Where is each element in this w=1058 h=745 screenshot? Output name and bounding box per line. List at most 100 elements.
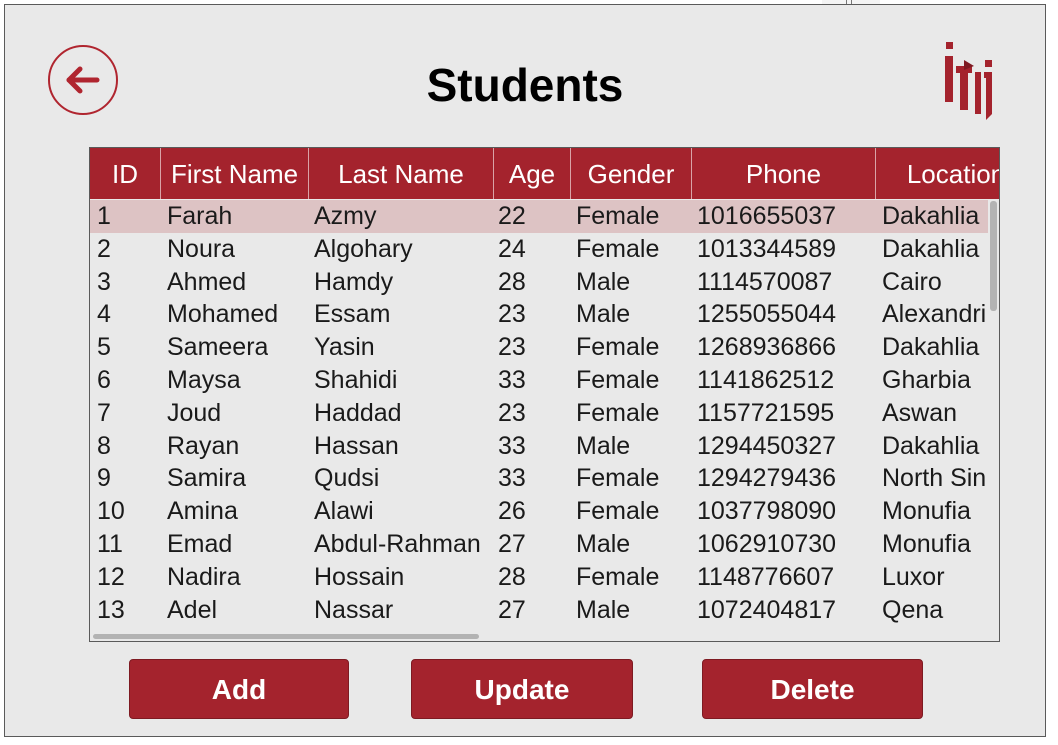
column-header-age[interactable]: Age xyxy=(494,148,571,199)
cell-last-name: Yasin xyxy=(314,333,375,362)
cell-phone: 1037798090 xyxy=(697,497,837,526)
cell-gender: Female xyxy=(576,366,660,394)
cell-id: 12 xyxy=(97,562,125,591)
cell-id: 13 xyxy=(97,595,125,624)
cell-gender: Female xyxy=(576,398,660,427)
cell-first-name: Adel xyxy=(167,595,218,624)
cell-phone: 1255055044 xyxy=(697,300,837,329)
cell-phone: 1016655037 xyxy=(697,202,837,230)
cell-location: Qena xyxy=(882,595,944,624)
cell-location: Dakahlia xyxy=(882,431,980,460)
cell-first-name: Ahmed xyxy=(167,267,247,296)
cell-first-name: Mohamed xyxy=(167,300,279,329)
cell-gender: Female xyxy=(576,333,660,362)
cell-last-name: Abdul-Rahman xyxy=(314,530,481,558)
cell-age: 33 xyxy=(498,431,526,460)
cell-first-name: Noura xyxy=(167,234,236,263)
column-header-phone[interactable]: Phone xyxy=(692,148,876,199)
table-row[interactable]: 1 Farah Azmy 22 Female 1016655037 Dakahlia xyxy=(90,200,988,233)
cell-id: 1 xyxy=(97,202,111,230)
table-row[interactable]: 5 Sameera Yasin 23 Female 1268936866 Dakahlia xyxy=(90,331,988,364)
cell-gender: Male xyxy=(576,530,631,558)
cell-gender: Female xyxy=(576,562,660,591)
cell-first-name: Amina xyxy=(167,497,238,526)
cell-first-name: Farah xyxy=(167,202,233,230)
column-header-id[interactable]: ID xyxy=(90,148,161,199)
vertical-scrollbar[interactable] xyxy=(990,201,997,311)
cell-phone: 1013344589 xyxy=(697,234,837,263)
cell-phone: 1072404817 xyxy=(697,595,837,624)
cell-location: Luxor xyxy=(882,562,945,591)
horizontal-scrollbar[interactable] xyxy=(93,634,479,639)
column-header-gender[interactable]: Gender xyxy=(571,148,692,199)
grid-header: ID First Name Last Name Age Gender Phone… xyxy=(90,148,999,199)
cell-age: 24 xyxy=(498,234,526,263)
cell-id: 3 xyxy=(97,267,111,296)
table-row[interactable]: 13 Adel Nassar 27 Male 1072404817 Qena xyxy=(90,594,988,627)
column-header-first-name[interactable]: First Name xyxy=(161,148,309,199)
cell-age: 23 xyxy=(498,333,526,362)
cell-id: 9 xyxy=(97,464,111,493)
table-row[interactable]: 6 Maysa Shahidi 33 Female 1141862512 Gharbia xyxy=(90,364,988,397)
cell-first-name: Nadira xyxy=(167,562,241,591)
table-row[interactable]: 12 Nadira Hossain 28 Female 1148776607 Luxor xyxy=(90,561,988,594)
table-row[interactable]: 4 Mohamed Essam 23 Male 1255055044 Alexandri xyxy=(90,298,988,331)
cell-phone: 1141862512 xyxy=(697,366,835,394)
column-header-location[interactable]: Location xyxy=(876,148,999,199)
cell-location: Monufia xyxy=(882,497,971,526)
cell-last-name: Hossain xyxy=(314,562,405,591)
table-row[interactable]: 3 Ahmed Hamdy 28 Male 1114570087 Cairo xyxy=(90,266,988,299)
cell-phone: 1114570087 xyxy=(697,267,833,296)
cell-gender: Female xyxy=(576,234,660,263)
cell-gender: Female xyxy=(576,202,660,230)
cell-last-name: Alawi xyxy=(314,497,374,526)
add-button[interactable]: Add xyxy=(129,659,349,719)
cell-first-name: Maysa xyxy=(167,366,241,394)
cell-location: Dakahlia xyxy=(882,202,980,230)
cell-age: 27 xyxy=(498,595,526,624)
app-window: Students ID First Name Last Name Age Gen… xyxy=(4,4,1046,737)
cell-age: 23 xyxy=(498,398,526,427)
update-button[interactable]: Update xyxy=(411,659,633,719)
table-row[interactable]: 9 Samira Qudsi 33 Female 1294279436 North Sin xyxy=(90,462,988,495)
cell-age: 26 xyxy=(498,497,526,526)
cell-age: 22 xyxy=(498,202,526,230)
cell-gender: Male xyxy=(576,300,631,329)
cell-last-name: Shahidi xyxy=(314,366,398,394)
cell-last-name: Qudsi xyxy=(314,464,380,493)
cell-first-name: Sameera xyxy=(167,333,269,362)
cell-location: Gharbia xyxy=(882,366,971,394)
cell-phone: 1148776607 xyxy=(697,562,835,591)
cell-location: Cairo xyxy=(882,267,942,296)
cell-age: 33 xyxy=(498,464,526,493)
cell-gender: Male xyxy=(576,267,631,296)
iti-logo xyxy=(945,42,992,120)
cell-phone: 1157721595 xyxy=(697,398,835,427)
cell-location: Dakahlia xyxy=(882,333,980,362)
cell-last-name: Hassan xyxy=(314,431,399,460)
cell-gender: Female xyxy=(576,464,660,493)
cell-location: Aswan xyxy=(882,398,958,427)
delete-button[interactable]: Delete xyxy=(702,659,923,719)
table-row[interactable]: 8 Rayan Hassan 33 Male 1294450327 Dakahlia xyxy=(90,430,988,463)
table-row[interactable]: 11 Emad Abdul-Rahman 27 Male 1062910730 Monufi… xyxy=(90,528,988,561)
table-row[interactable]: 2 Noura Algohary 24 Female 1013344589 Dakahlia xyxy=(90,233,988,266)
cell-id: 5 xyxy=(97,333,111,362)
cell-gender: Female xyxy=(576,497,660,526)
students-grid[interactable]: ID First Name Last Name Age Gender Phone… xyxy=(89,147,1000,642)
cell-id: 11 xyxy=(97,530,123,558)
cell-age: 28 xyxy=(498,562,526,591)
table-row[interactable]: 7 Joud Haddad 23 Female 1157721595 Aswan xyxy=(90,397,988,430)
cell-first-name: Emad xyxy=(167,530,233,558)
cell-phone: 1268936866 xyxy=(697,333,837,362)
cell-first-name: Samira xyxy=(167,464,247,493)
cell-last-name: Azmy xyxy=(314,202,377,230)
cell-first-name: Rayan xyxy=(167,431,240,460)
cell-last-name: Algohary xyxy=(314,234,413,263)
column-header-last-name[interactable]: Last Name xyxy=(309,148,494,199)
page-title: Students xyxy=(426,59,624,111)
cell-age: 28 xyxy=(498,267,526,296)
cell-gender: Male xyxy=(576,595,631,624)
cell-last-name: Nassar xyxy=(314,595,394,624)
table-row[interactable]: 10 Amina Alawi 26 Female 1037798090 Monufia xyxy=(90,495,988,528)
